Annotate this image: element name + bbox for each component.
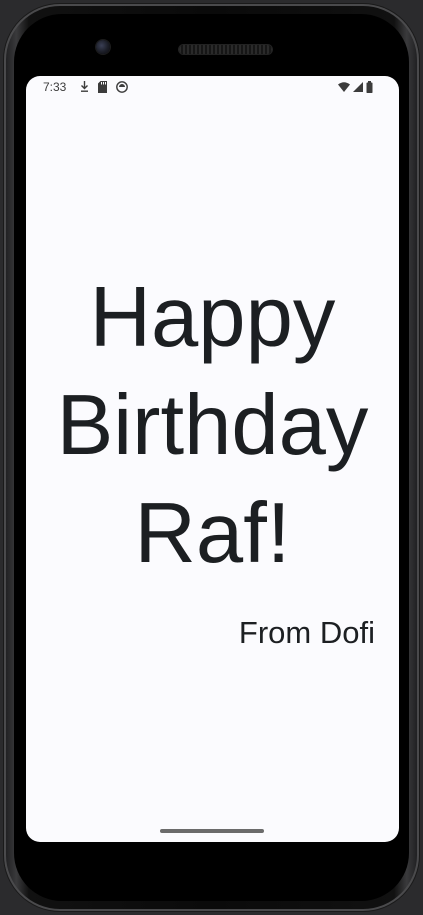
status-system-icons — [338, 81, 373, 93]
cell-signal-icon — [353, 82, 363, 92]
status-time: 7:33 — [43, 80, 67, 94]
gesture-nav-handle[interactable] — [160, 829, 264, 833]
app-screen: 7:33 Happy Birthday Raf! From Dofi — [26, 76, 399, 842]
app-notification-icon — [116, 81, 128, 93]
front-camera-icon — [96, 40, 110, 54]
sd-card-icon — [98, 81, 107, 93]
earpiece-speaker — [179, 45, 272, 54]
status-bar: 7:33 — [26, 76, 399, 98]
wifi-icon — [338, 82, 350, 92]
status-notification-icons — [80, 81, 128, 93]
birthday-greeting: Happy Birthday Raf! — [56, 270, 369, 581]
battery-icon — [366, 81, 373, 93]
signature-text: From Dofi — [238, 615, 375, 650]
download-icon — [80, 81, 89, 93]
